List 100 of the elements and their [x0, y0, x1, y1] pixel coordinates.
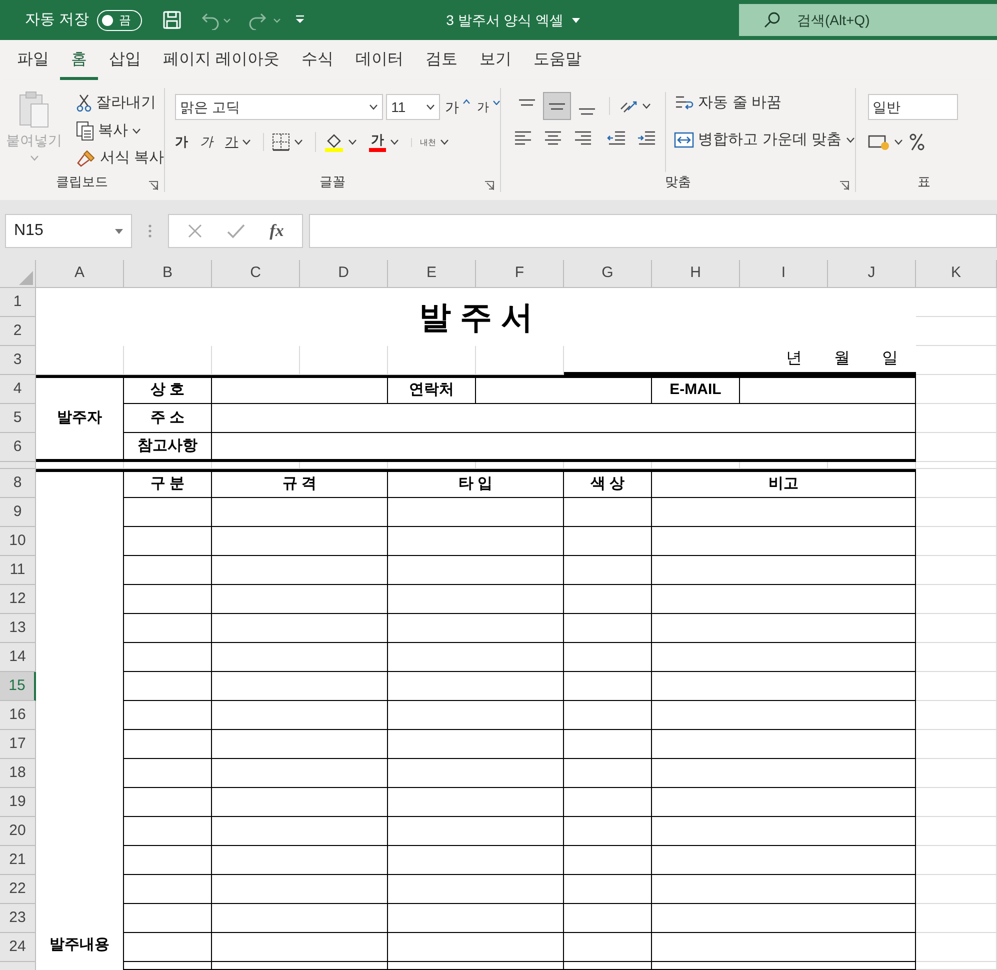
phonetic-button[interactable]: 내천: [411, 138, 450, 146]
row-header[interactable]: 3: [0, 346, 36, 375]
orientation-button[interactable]: [609, 97, 652, 115]
row-header[interactable]: 1: [0, 288, 36, 317]
column-header[interactable]: F: [476, 260, 564, 288]
name-box[interactable]: N15: [5, 214, 132, 248]
vertical-align-button[interactable]: [543, 92, 572, 120]
formula-input[interactable]: [309, 214, 997, 248]
caret-icon[interactable]: [426, 104, 436, 110]
italic-button[interactable]: 가: [200, 132, 214, 152]
borders-button[interactable]: [263, 133, 304, 151]
row-header[interactable]: 11: [0, 556, 36, 585]
caret-icon[interactable]: [369, 104, 378, 110]
save-icon[interactable]: [162, 10, 182, 30]
increase-font-button[interactable]: 가: [445, 96, 470, 118]
document-title[interactable]: 3 발주서 양식 엑셀: [446, 10, 580, 30]
accounting-format-button[interactable]: [868, 133, 903, 151]
caret-icon[interactable]: [846, 136, 855, 143]
dialog-launcher-icon[interactable]: [485, 181, 494, 190]
row-header[interactable]: 19: [0, 788, 36, 817]
format-painter-button[interactable]: 서식 복사: [76, 147, 164, 170]
column-header[interactable]: D: [300, 260, 388, 288]
wrap-text-button[interactable]: 자동 줄 바꿈: [674, 92, 855, 114]
dialog-launcher-icon[interactable]: [840, 181, 849, 190]
row-header[interactable]: 8: [0, 469, 36, 498]
column-heading: 색 상: [564, 469, 652, 498]
bold-button[interactable]: 가: [175, 132, 188, 152]
fill-color-button[interactable]: [315, 132, 358, 152]
row-header[interactable]: 12: [0, 585, 36, 614]
autosave-toggle[interactable]: 끔: [97, 10, 142, 30]
column-header[interactable]: E: [388, 260, 476, 288]
ribbon-tab[interactable]: 검토: [414, 40, 468, 80]
font-name-field[interactable]: 맑은 고딕: [175, 94, 384, 120]
column-header[interactable]: K: [916, 260, 997, 288]
paintbrush-icon: [76, 149, 96, 168]
column-header[interactable]: J: [828, 260, 916, 288]
column-header[interactable]: I: [740, 260, 828, 288]
field-label: 상 호: [124, 375, 212, 404]
scissors-icon: [76, 94, 92, 112]
row-header[interactable]: 4: [0, 375, 36, 404]
underline-button[interactable]: 가: [225, 132, 252, 152]
field-label: 연락처: [388, 375, 476, 404]
ribbon-tab[interactable]: 삽입: [98, 40, 152, 80]
row-header[interactable]: 9: [0, 498, 36, 527]
caret-icon[interactable]: [242, 139, 252, 145]
number-format-field[interactable]: 일반: [868, 94, 958, 120]
caret-icon: [30, 155, 38, 161]
field-label: E-MAIL: [652, 375, 740, 404]
row-header[interactable]: 16: [0, 701, 36, 730]
font-color-button[interactable]: 가: [369, 132, 400, 152]
group-label: 표: [918, 173, 931, 192]
row-header[interactable]: 10: [0, 527, 36, 556]
customize-icon[interactable]: [294, 14, 306, 26]
caret-icon[interactable]: [440, 139, 450, 145]
row-header[interactable]: 20: [0, 817, 36, 846]
caret-icon[interactable]: [348, 139, 358, 145]
decrease-font-button[interactable]: 가: [477, 98, 500, 116]
column-header[interactable]: A: [36, 260, 124, 288]
check-icon[interactable]: [227, 223, 246, 239]
column-header[interactable]: G: [564, 260, 652, 288]
dialog-launcher-icon[interactable]: [149, 181, 158, 190]
row-header[interactable]: 2: [0, 317, 36, 346]
up-caret-icon: [463, 98, 470, 104]
copy-button[interactable]: 복사: [76, 120, 164, 142]
row-header[interactable]: 24: [0, 933, 36, 962]
column-header[interactable]: C: [212, 260, 300, 288]
row-header[interactable]: 15: [0, 672, 36, 701]
ribbon-tab[interactable]: 파일: [6, 40, 60, 80]
paint-bucket-icon: [324, 132, 344, 152]
row-header[interactable]: 6: [0, 433, 36, 462]
column-header[interactable]: H: [652, 260, 740, 288]
caret-icon[interactable]: [390, 139, 400, 145]
search-field[interactable]: 검색(Alt+Q): [739, 4, 997, 36]
row-header[interactable]: 21: [0, 846, 36, 875]
caret-icon[interactable]: [294, 139, 304, 145]
row-header[interactable]: 13: [0, 614, 36, 643]
ribbon-tab[interactable]: 데이터: [344, 40, 414, 80]
percent-icon[interactable]: [908, 132, 925, 152]
caret-icon[interactable]: [132, 128, 141, 134]
ribbon-tab[interactable]: 수식: [290, 40, 344, 80]
autosave-label: 자동 저장: [25, 10, 90, 30]
caret-icon[interactable]: [894, 139, 903, 145]
row-header[interactable]: 23: [0, 904, 36, 933]
cut-button[interactable]: 잘라내기: [76, 92, 164, 114]
field-label: 참고사항: [124, 433, 212, 462]
row-header[interactable]: 5: [0, 404, 36, 433]
column-header[interactable]: B: [124, 260, 212, 288]
row-header[interactable]: 14: [0, 643, 36, 672]
row-header[interactable]: 17: [0, 730, 36, 759]
ribbon-tab[interactable]: 보기: [468, 40, 522, 80]
row-header[interactable]: 18: [0, 759, 36, 788]
font-size-field[interactable]: 11: [386, 94, 440, 120]
insert-function-button[interactable]: fx: [270, 218, 284, 244]
merge-center-button[interactable]: 병합하고 가운데 맞춤: [674, 128, 855, 151]
column-heading: 규 격: [212, 469, 388, 498]
grip-icon: [148, 224, 152, 238]
caret-icon[interactable]: [642, 103, 652, 109]
ribbon-tab[interactable]: 페이지 레이아웃: [152, 40, 290, 80]
row-header[interactable]: 22: [0, 875, 36, 904]
ribbon-tab[interactable]: 도움말: [522, 40, 592, 80]
